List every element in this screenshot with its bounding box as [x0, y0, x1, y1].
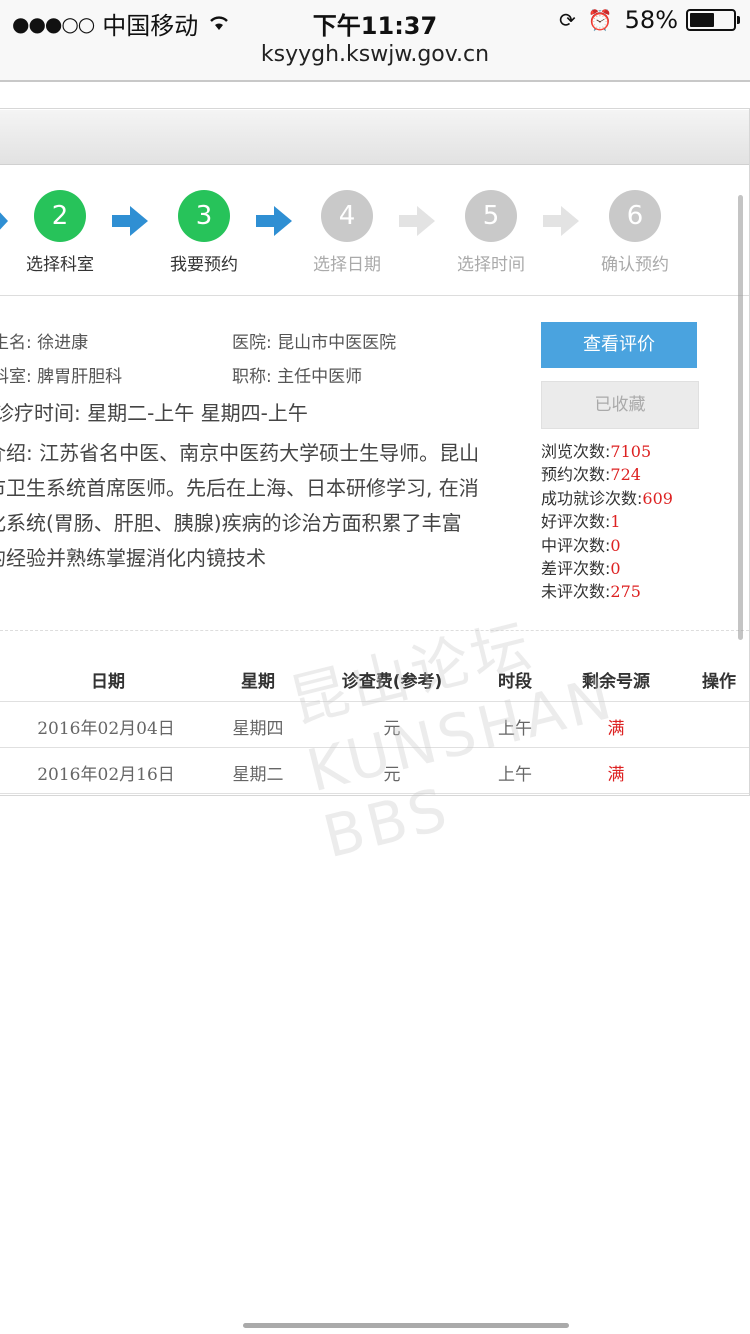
step-label: 确认预约: [601, 255, 669, 275]
cell-date: 2016年02月16日: [37, 765, 175, 785]
doctor-name-row: 生名: 徐进康: [0, 328, 88, 353]
step-number: 5: [465, 190, 517, 242]
scrollbar[interactable]: [738, 195, 743, 640]
cell-weekday: 星期四: [232, 719, 284, 739]
step-number: 2: [34, 190, 86, 242]
step-label: 我要预约: [170, 255, 238, 275]
divider: [0, 80, 750, 82]
step-confirm[interactable]: 6 确认预约: [575, 190, 695, 275]
title-label: 职称:: [232, 367, 272, 387]
stat-visits: 成功就诊次数:609: [541, 488, 673, 508]
step-label: 选择科室: [26, 255, 94, 275]
intro-line: 化系统(胃肠、肝胆、胰腺)疾病的诊治方面积累了丰富: [0, 511, 462, 535]
doctor-name: 徐进康: [37, 333, 89, 353]
step-arrow-icon: [112, 206, 148, 236]
step-select-time[interactable]: 5 选择时间: [431, 190, 551, 275]
col-date: 日期: [91, 672, 125, 692]
hospital-row: 医院: 昆山市中医医院: [232, 328, 396, 353]
step-number: 6: [609, 190, 661, 242]
address-bar[interactable]: ksyygh.kswjw.gov.cn: [0, 40, 750, 80]
step-make-appointment[interactable]: 3 我要预约: [144, 190, 264, 275]
dept-row: 科室: 脾胃肝胆科: [0, 362, 122, 387]
doctor-intro: 介绍: 江苏省名中医、南京中医药大学硕士生导师。昆山 市卫生系统首席医师。先后在…: [0, 436, 546, 576]
stat-good-reviews: 好评次数:1: [541, 512, 621, 532]
stat-neutral-reviews: 中评次数:0: [541, 535, 621, 555]
status-right: ⟳ ⏰ 58%: [558, 6, 740, 34]
stat-appointments: 预约次数:724: [541, 465, 641, 485]
name-label: 生名:: [0, 333, 32, 353]
page-header-bar: [0, 110, 749, 165]
battery-percent: 58%: [624, 6, 678, 34]
step-select-dept[interactable]: 2 选择科室: [0, 190, 120, 275]
title-row: 职称: 主任中医师: [232, 362, 362, 387]
cell-date: 2016年02月04日: [37, 719, 175, 739]
rotation-lock-icon: ⟳: [558, 8, 576, 32]
intro-line: 的经验并熟练掌握消化内镜技术: [0, 546, 266, 570]
battery-fill: [690, 13, 714, 27]
view-reviews-button[interactable]: 查看评价: [541, 322, 697, 368]
alarm-icon: ⏰: [587, 8, 613, 32]
step-number: 4: [321, 190, 373, 242]
step-label: 选择日期: [313, 255, 381, 275]
step-number: 3: [178, 190, 230, 242]
step-arrow-icon: [399, 206, 435, 236]
hospital-label: 医院:: [232, 333, 272, 353]
schedule: 诊疗时间: 星期二-上午 星期四-上午: [0, 401, 308, 425]
step-select-date[interactable]: 4 选择日期: [287, 190, 407, 275]
intro-line: 介绍: 江苏省名中医、南京中医药大学硕士生导师。昆山: [0, 441, 480, 465]
dept-label: 科室:: [0, 367, 32, 387]
home-indicator[interactable]: [243, 1323, 569, 1328]
cell-weekday: 星期二: [232, 765, 284, 785]
dept-name: 脾胃肝胆科: [37, 367, 123, 387]
stat-views: 浏览次数:7105: [541, 442, 652, 461]
battery-icon: [686, 9, 740, 31]
step-label: 选择时间: [457, 255, 525, 275]
status-bar: ●●●○○ 中国移动 下午11:37 ⟳ ⏰ 58%: [0, 0, 750, 40]
intro-line: 市卫生系统首席医师。先后在上海、日本研修学习, 在消: [0, 476, 479, 500]
hospital-name: 昆山市中医医院: [277, 333, 397, 353]
favorited-button[interactable]: 已收藏: [541, 381, 699, 429]
step-arrow-icon: [543, 206, 579, 236]
booking-steps: 2 选择科室 3 我要预约 4 选择日期 5 选择时间 6 确认预约: [0, 164, 749, 296]
doctor-title: 主任中医师: [277, 367, 363, 387]
